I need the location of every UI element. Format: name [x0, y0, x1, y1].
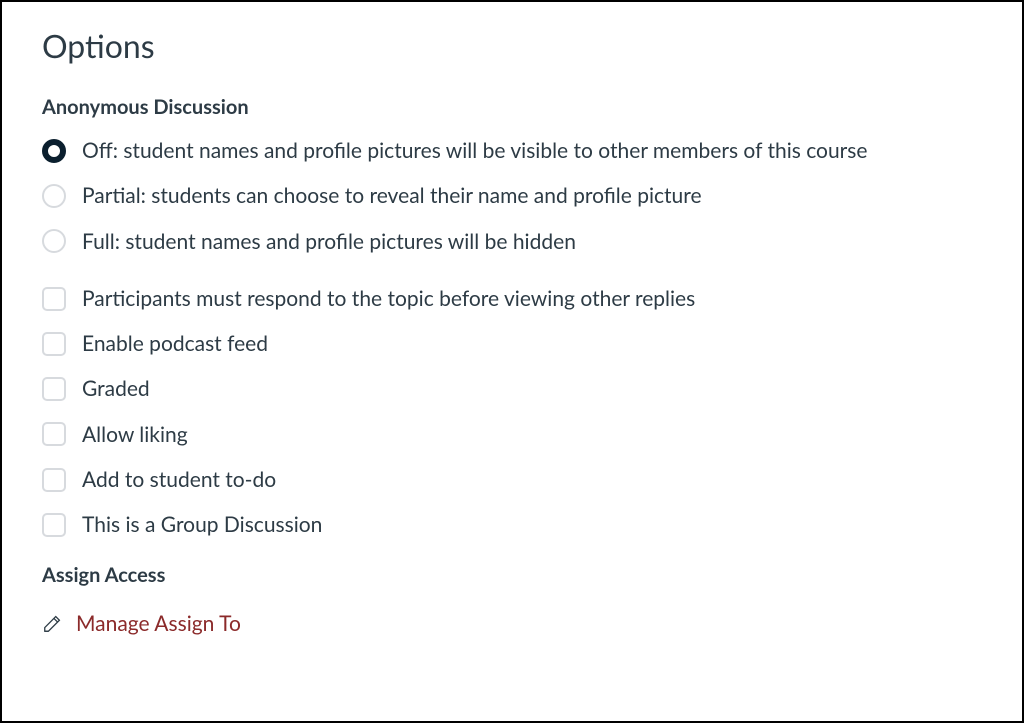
checkbox-label: Graded — [82, 375, 150, 402]
checkbox-unchecked-icon — [42, 287, 66, 311]
manage-assign-to-label: Manage Assign To — [76, 611, 241, 636]
checkbox-allow-liking[interactable]: Allow liking — [42, 421, 982, 448]
radio-selected-icon — [42, 139, 66, 163]
checkbox-unchecked-icon — [42, 422, 66, 446]
page-title: Options — [42, 26, 982, 65]
radio-label: Off: student names and profile pictures … — [82, 137, 867, 164]
radio-label: Partial: students can choose to reveal t… — [82, 182, 702, 209]
assign-access-section: Assign Access Manage Assign To — [42, 563, 982, 639]
anonymous-discussion-radio-group: Off: student names and profile pictures … — [42, 137, 982, 255]
checkbox-label: Add to student to-do — [82, 466, 276, 493]
checkbox-unchecked-icon — [42, 332, 66, 356]
pencil-icon — [42, 612, 64, 634]
checkbox-respond-before-view[interactable]: Participants must respond to the topic b… — [42, 285, 982, 312]
options-checkbox-group: Participants must respond to the topic b… — [42, 285, 982, 539]
radio-unselected-icon — [42, 184, 66, 208]
radio-unselected-icon — [42, 229, 66, 253]
checkbox-label: Enable podcast feed — [82, 330, 268, 357]
checkbox-enable-podcast[interactable]: Enable podcast feed — [42, 330, 982, 357]
radio-option-off[interactable]: Off: student names and profile pictures … — [42, 137, 982, 164]
manage-assign-to-link[interactable]: Manage Assign To — [42, 611, 241, 636]
anonymous-discussion-section: Anonymous Discussion Off: student names … — [42, 95, 982, 255]
radio-label: Full: student names and profile pictures… — [82, 228, 576, 255]
checkbox-group-discussion[interactable]: This is a Group Discussion — [42, 511, 982, 538]
checkbox-label: Participants must respond to the topic b… — [82, 285, 695, 312]
checkbox-unchecked-icon — [42, 468, 66, 492]
checkbox-unchecked-icon — [42, 377, 66, 401]
checkbox-label: Allow liking — [82, 421, 188, 448]
checkbox-label: This is a Group Discussion — [82, 511, 322, 538]
checkbox-add-to-todo[interactable]: Add to student to-do — [42, 466, 982, 493]
checkbox-graded[interactable]: Graded — [42, 375, 982, 402]
assign-access-heading: Assign Access — [42, 563, 982, 587]
radio-option-full[interactable]: Full: student names and profile pictures… — [42, 228, 982, 255]
radio-option-partial[interactable]: Partial: students can choose to reveal t… — [42, 182, 982, 209]
anonymous-discussion-heading: Anonymous Discussion — [42, 95, 982, 119]
checkbox-unchecked-icon — [42, 513, 66, 537]
